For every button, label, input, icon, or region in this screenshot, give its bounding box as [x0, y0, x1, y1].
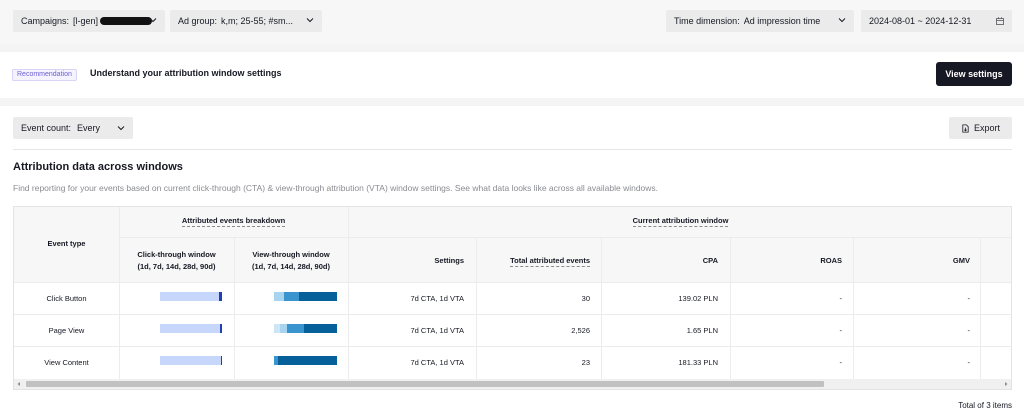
adgroup-dropdown[interactable]: Ad group: k,m; 25-55; #sm...: [170, 10, 322, 32]
recommendation-tag: Recommendation: [12, 69, 77, 81]
adgroup-value: k,m; 25-55; #sm...: [221, 16, 294, 26]
row-cpa: 139.02 PLN: [678, 294, 718, 303]
horizontal-scrollbar[interactable]: [14, 379, 1011, 389]
vtw-bar: [274, 324, 337, 333]
row-settings: 7d CTA, 1d VTA: [410, 294, 465, 303]
event-count-dropdown[interactable]: Event count: Every: [13, 117, 133, 139]
time-dimension-value: Ad impression time: [743, 16, 821, 26]
redacted-mark: [100, 17, 153, 25]
view-settings-button[interactable]: View settings: [936, 62, 1012, 86]
col-cpa: CPA: [702, 256, 718, 265]
chevron-down-icon: [306, 18, 314, 23]
ctw-bar: [160, 324, 222, 333]
section-description: Find reporting for your events based on …: [13, 183, 659, 193]
export-icon: [962, 123, 969, 133]
col-click-through-window: Click-through window (1d, 7d, 14d, 28d, …: [119, 249, 234, 273]
row-total: 2,526: [571, 326, 590, 335]
col-total-attributed-events[interactable]: Total attributed events: [510, 256, 590, 267]
ctw-bar: [160, 292, 222, 301]
campaigns-label: Campaigns:: [21, 16, 70, 26]
ctw-bar: [160, 356, 222, 365]
row-settings: 7d CTA, 1d VTA: [410, 358, 465, 367]
col-ctw-subtitle: (1d, 7d, 14d, 28d, 90d): [137, 262, 216, 271]
event-count-label: Event count:: [21, 123, 72, 133]
row-total: 23: [581, 358, 590, 367]
row-event-type: Click Button: [46, 294, 87, 303]
date-range-value: 2024-08-01 ~ 2024-12-31: [869, 16, 972, 26]
vtw-bar: [274, 356, 337, 365]
export-button[interactable]: Export: [949, 117, 1012, 139]
row-roas: -: [839, 358, 843, 367]
time-dimension-label: Time dimension:: [674, 16, 740, 26]
divider: [13, 149, 1012, 150]
group-header-current-window: Current attribution window: [632, 216, 729, 227]
scroll-right-icon[interactable]: [1003, 381, 1009, 387]
row-roas: -: [839, 294, 843, 303]
event-count-value: Every: [77, 123, 101, 133]
scrollbar-thumb[interactable]: [26, 381, 824, 387]
vtw-bar: [274, 292, 337, 301]
export-label: Export: [973, 123, 1000, 133]
row-gmv: -: [967, 358, 971, 367]
chevron-down-icon: [838, 18, 846, 23]
date-range-picker[interactable]: 2024-08-01 ~ 2024-12-31: [861, 10, 1012, 32]
adgroup-label: Ad group:: [178, 16, 218, 26]
col-roas: ROAS: [820, 256, 842, 265]
scroll-left-icon[interactable]: [16, 381, 22, 387]
row-event-type: View Content: [44, 358, 89, 367]
row-cpa: 181.33 PLN: [678, 358, 718, 367]
row-roas: -: [839, 326, 843, 335]
col-vtw-subtitle: (1d, 7d, 14d, 28d, 90d): [252, 262, 330, 271]
col-gmv: GMV: [952, 256, 970, 265]
row-gmv: -: [967, 294, 971, 303]
recommendation-text: Understand your attribution window setti…: [90, 68, 282, 78]
attribution-table: Attributed events breakdown Current attr…: [13, 206, 1012, 390]
row-gmv: -: [967, 326, 971, 335]
row-cpa: 1.65 PLN: [686, 326, 718, 335]
col-ctw-title: Click-through window: [137, 250, 216, 259]
row-event-type: Page View: [48, 326, 85, 335]
time-dimension-dropdown[interactable]: Time dimension: Ad impression time: [666, 10, 854, 32]
row-total: 30: [581, 294, 590, 303]
calendar-icon: [996, 17, 1004, 25]
col-event-type: Event type: [47, 239, 86, 248]
col-vtw-title: View-through window: [252, 250, 330, 259]
section-title: Attribution data across windows: [13, 161, 183, 173]
col-settings: Settings: [434, 256, 464, 265]
chevron-down-icon: [117, 126, 125, 131]
campaigns-dropdown[interactable]: Campaigns: [l-gen]: [13, 10, 165, 32]
group-header-breakdown: Attributed events breakdown: [181, 216, 286, 227]
campaigns-value: [l-gen]: [73, 16, 99, 26]
col-view-through-window: View-through window (1d, 7d, 14d, 28d, 9…: [234, 249, 348, 273]
total-items: Total of 3 items: [958, 401, 1012, 410]
row-settings: 7d CTA, 1d VTA: [410, 326, 465, 335]
chevron-down-icon: [149, 18, 157, 23]
